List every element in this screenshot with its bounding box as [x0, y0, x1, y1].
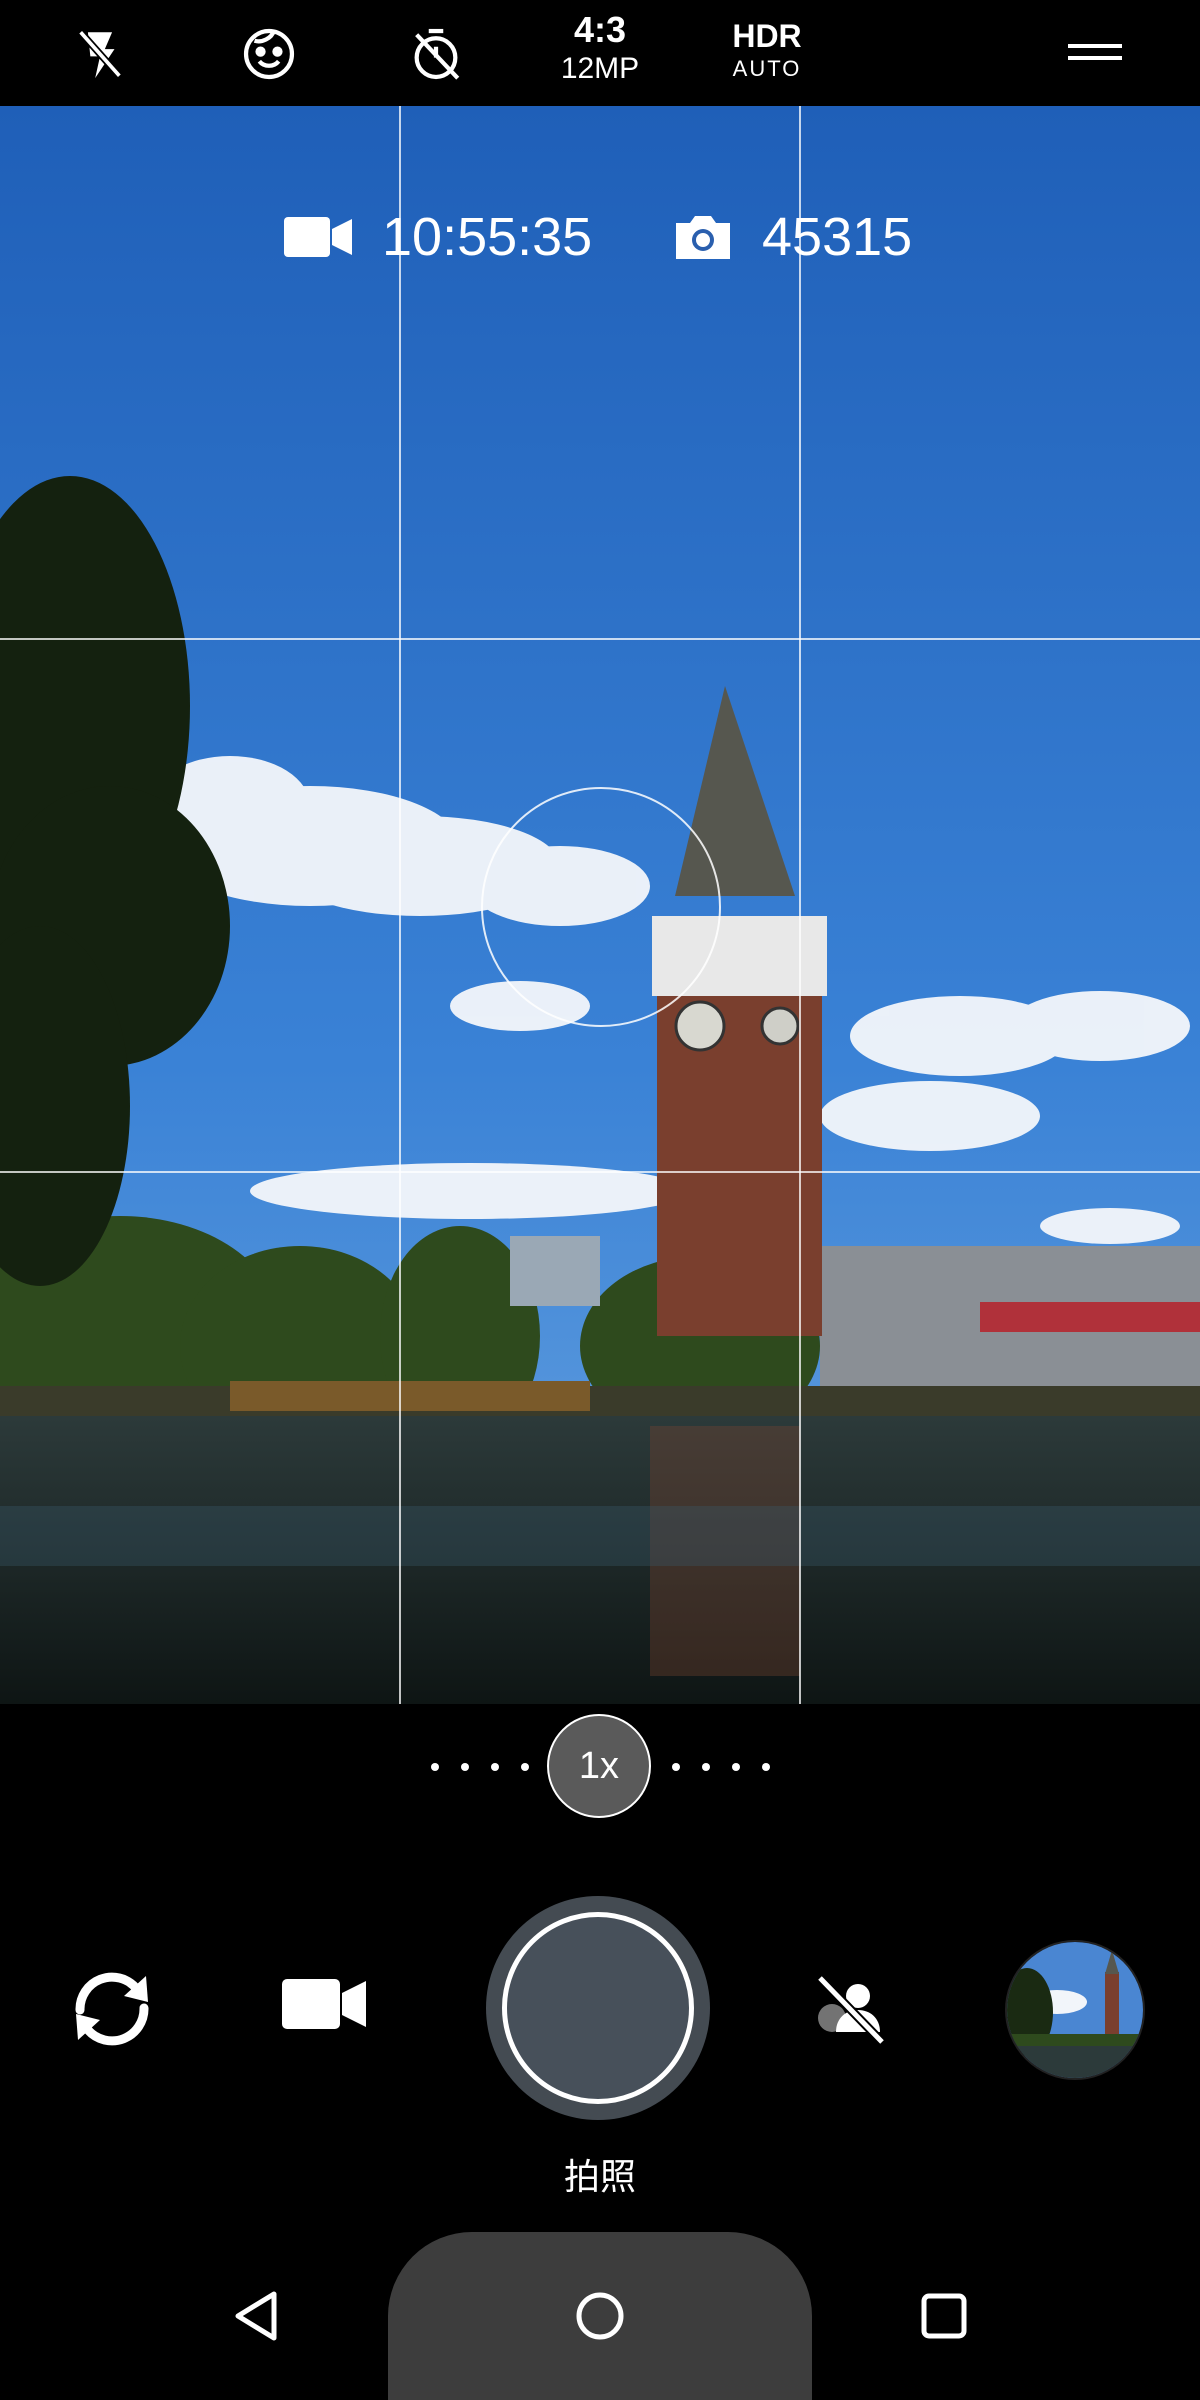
portrait-off-icon[interactable]: [808, 1970, 892, 2050]
shutter-button[interactable]: [502, 1912, 694, 2104]
resolution-label: 12MP: [560, 52, 640, 85]
mode-label[interactable]: 拍照: [500, 2148, 700, 2200]
gallery-thumbnail[interactable]: [1005, 1940, 1145, 2080]
video-camera-small-icon: [284, 217, 352, 257]
zoom-control[interactable]: 1x: [0, 1712, 1200, 1822]
zoom-dot[interactable]: [521, 1763, 529, 1771]
zoom-dot[interactable]: [762, 1763, 770, 1771]
photos-remaining-count: 45315: [762, 207, 913, 267]
grid-line-horizontal-1: [0, 638, 1200, 640]
zoom-dot[interactable]: [431, 1763, 439, 1771]
face-smile-icon[interactable]: [233, 18, 305, 90]
zoom-level-button[interactable]: 1x: [547, 1714, 651, 1818]
back-triangle-icon[interactable]: [216, 2276, 296, 2356]
zoom-dot[interactable]: [491, 1763, 499, 1771]
timer-off-icon[interactable]: [400, 18, 472, 90]
hdr-label: HDR: [732, 18, 802, 54]
hdr-toggle[interactable]: HDR AUTO: [722, 20, 812, 80]
photos-remaining: 45315: [672, 206, 912, 268]
remaining-capacity-info: 10:55:35 45315: [0, 206, 1200, 286]
grid-line-horizontal-2: [0, 1171, 1200, 1173]
aspect-ratio-label: 4:3: [573, 9, 627, 50]
grid-line-vertical-1: [399, 106, 401, 1704]
camera-viewfinder[interactable]: 10:55:35 45315: [0, 106, 1200, 1704]
recents-square-icon[interactable]: [904, 2276, 984, 2356]
camera-small-icon: [676, 216, 730, 259]
menu-icon[interactable]: [1060, 36, 1130, 72]
home-circle-icon[interactable]: [560, 2276, 640, 2356]
aspect-ratio-selector[interactable]: 4:3 12MP: [548, 12, 652, 84]
video-remaining: 10:55:35: [282, 206, 592, 268]
grid-line-vertical-2: [799, 106, 801, 1704]
top-settings-bar: 4:3 12MP HDR AUTO: [0, 0, 1200, 106]
flash-off-icon[interactable]: [64, 18, 136, 90]
zoom-dot[interactable]: [672, 1763, 680, 1771]
video-remaining-time: 10:55:35: [382, 207, 593, 267]
switch-camera-icon[interactable]: [60, 1960, 164, 2056]
video-camera-icon[interactable]: [278, 1972, 370, 2036]
zoom-dot[interactable]: [732, 1763, 740, 1771]
focus-ring: [481, 787, 721, 1027]
zoom-dot[interactable]: [461, 1763, 469, 1771]
hdr-mode-label: AUTO: [732, 56, 802, 81]
zoom-dot[interactable]: [702, 1763, 710, 1771]
